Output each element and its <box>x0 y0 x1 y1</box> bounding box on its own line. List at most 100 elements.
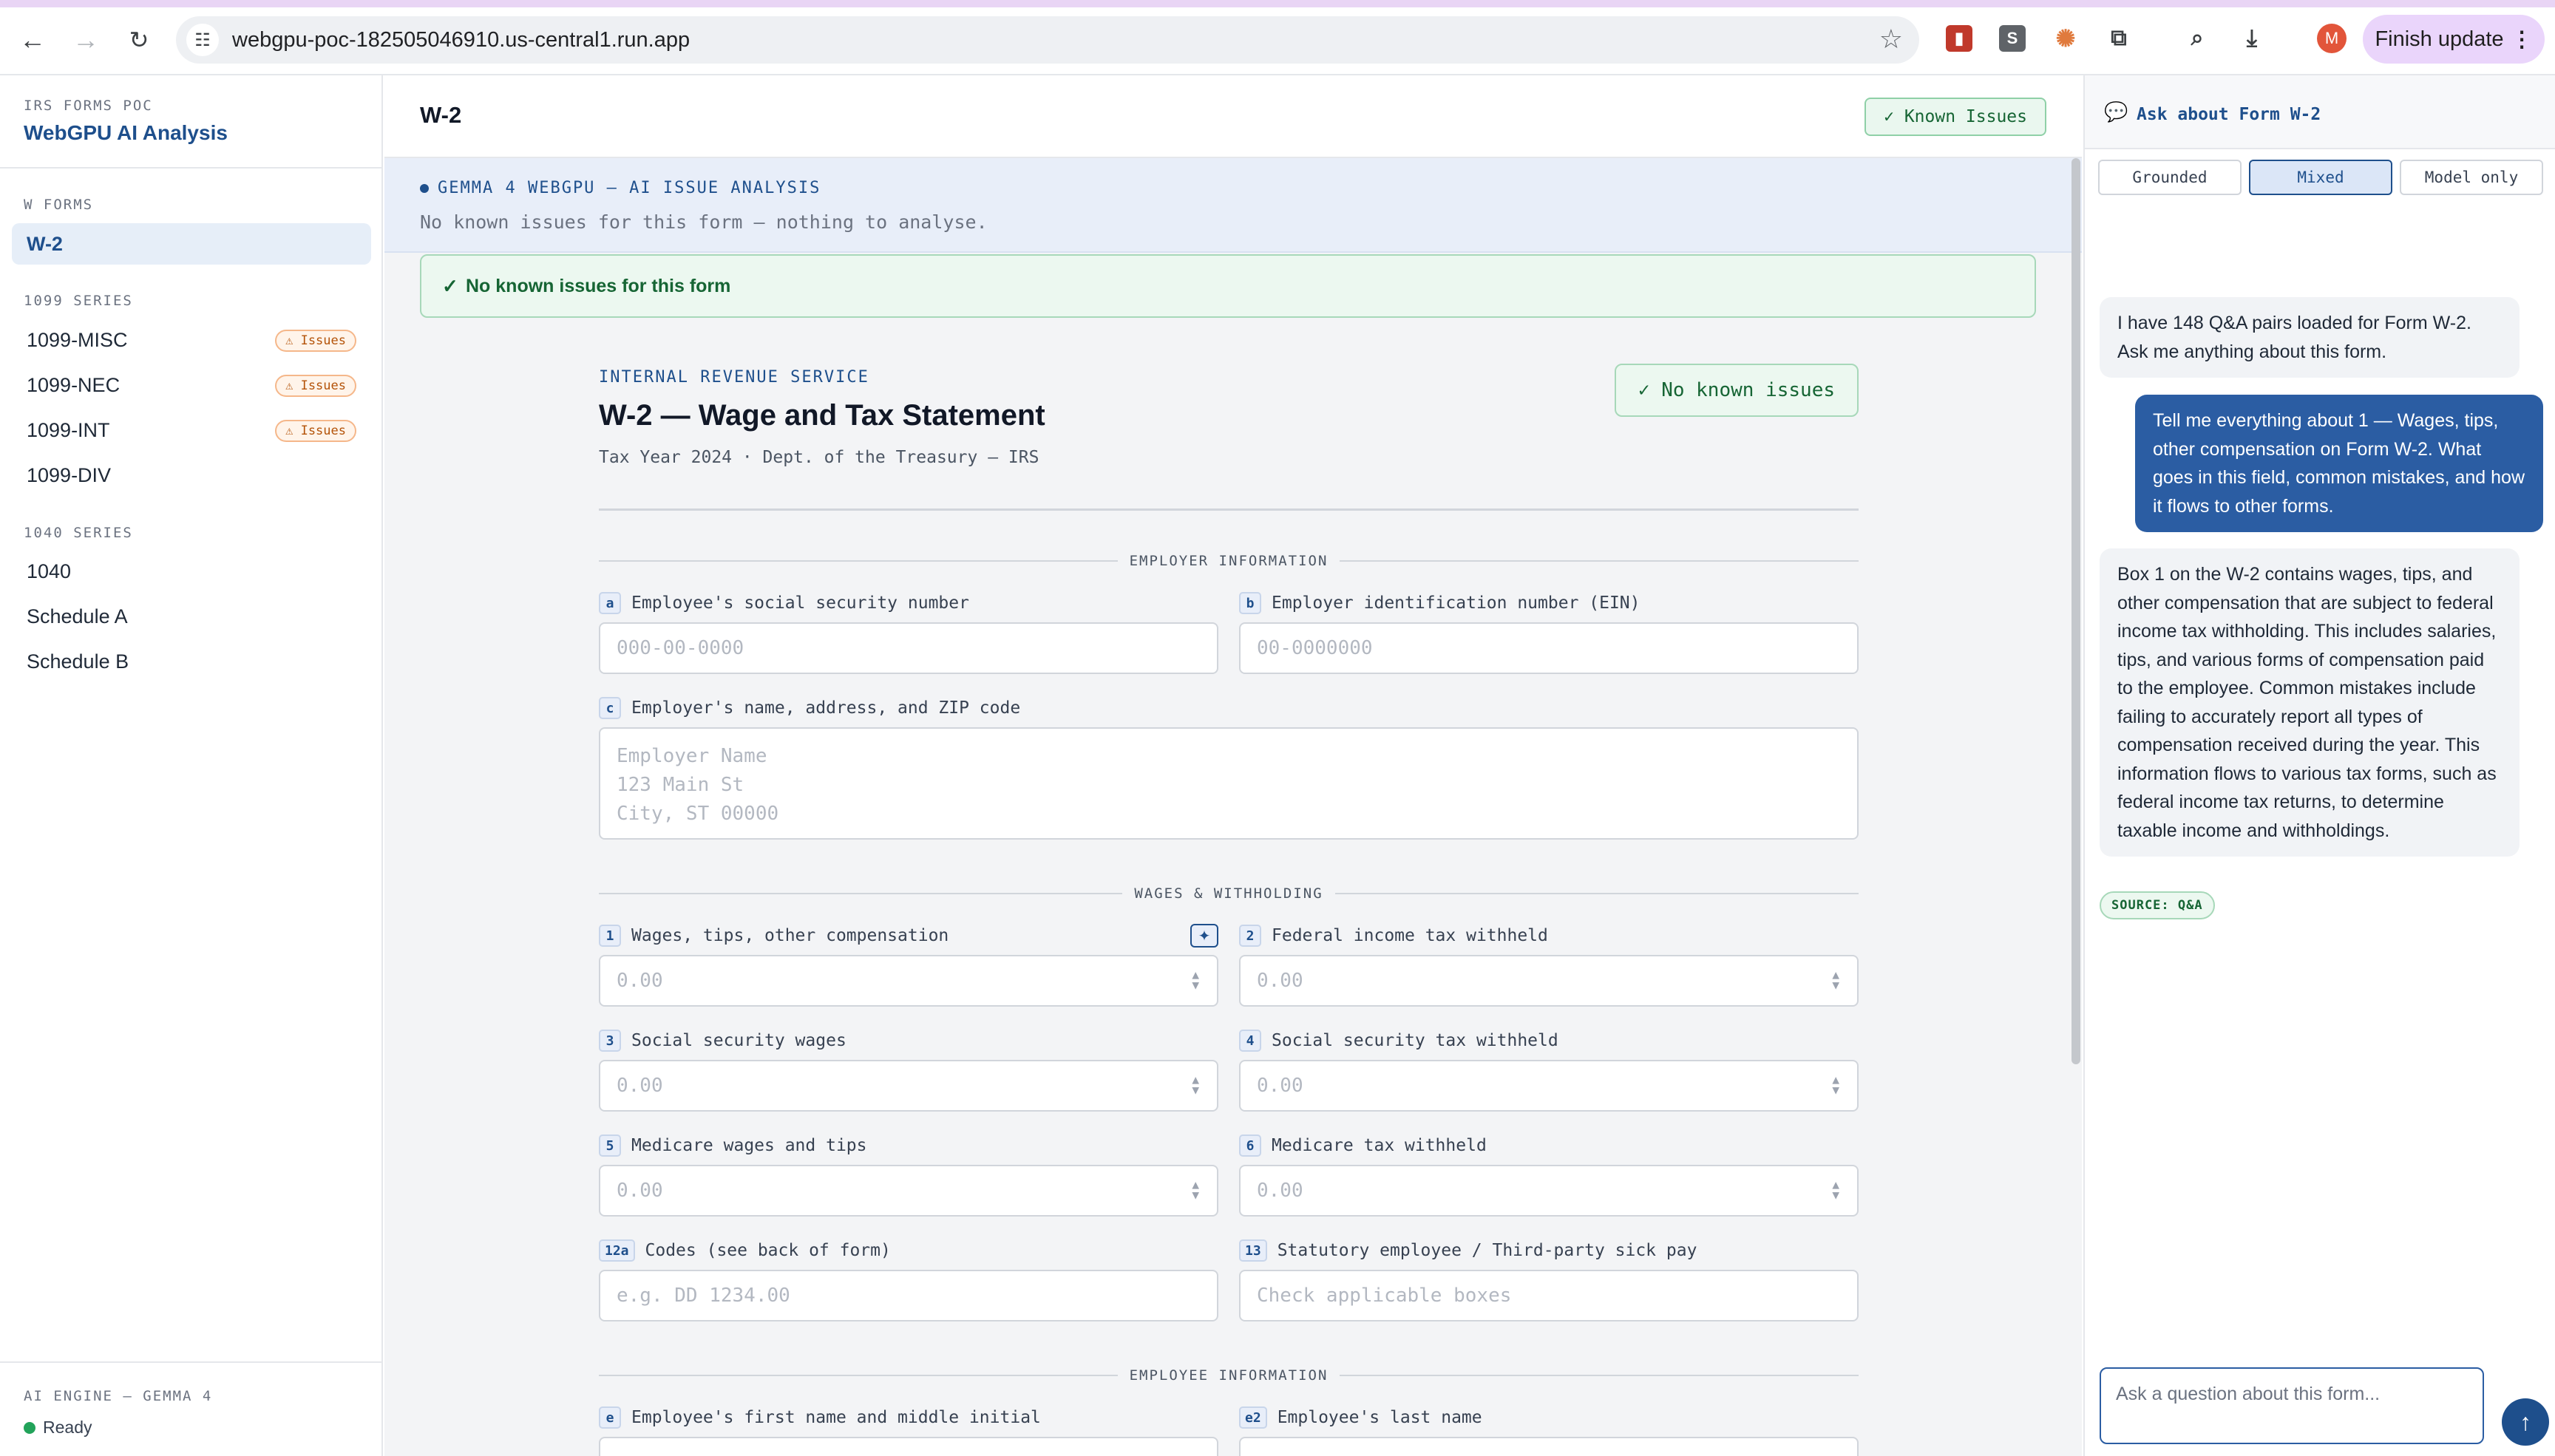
statutory-input[interactable]: Check applicable boxes <box>1239 1270 1859 1321</box>
field-label: 3 Social security wages <box>599 1029 846 1052</box>
mode-mixed[interactable]: Mixed <box>2249 160 2392 195</box>
sidebar-item-schedule-b[interactable]: Schedule B <box>12 641 371 682</box>
ein-input[interactable]: 00-0000000 <box>1239 622 1859 674</box>
box-tag: b <box>1239 592 1261 614</box>
sidebar-item-label: 1099-DIV <box>27 463 112 486</box>
extensions-puzzle-icon[interactable]: ⧉ <box>2106 25 2132 52</box>
ai-banner-label-text: GEMMA 4 WEBGPU — AI ISSUE ANALYSIS <box>438 179 821 197</box>
status-dot-icon <box>24 1421 35 1434</box>
issues-badge: ⚠ Issues <box>275 420 356 442</box>
sidebar: IRS FORMS POC WebGPU AI Analysis W FORMS… <box>0 75 383 1456</box>
forward-icon[interactable]: → <box>67 21 105 59</box>
address-bar[interactable]: ☷ webgpu-poc-182505046910.us-central1.ru… <box>176 16 1919 64</box>
ai-banner-label: GEMMA 4 WEBGPU — AI ISSUE ANALYSIS <box>420 179 821 197</box>
section-1099-series: 1099 SERIES <box>24 293 133 309</box>
ss-tax-input[interactable]: 0.00 ▲ ▼ <box>1239 1060 1859 1112</box>
ai-banner-text: No known issues for this form — nothing … <box>420 211 988 233</box>
bookmark-star-icon[interactable]: ☆ <box>1879 24 1903 55</box>
input-placeholder: 0.00 <box>617 1180 663 1202</box>
medicare-tax-input[interactable]: 0.00 ▲ ▼ <box>1239 1165 1859 1217</box>
sidebar-item-schedule-a[interactable]: Schedule A <box>12 596 371 637</box>
sidebar-item-label: 1040 <box>27 559 72 582</box>
number-spinner-icon[interactable]: ▲ ▼ <box>1192 969 1199 991</box>
sidebar-item-1099-int[interactable]: 1099-INT ⚠ Issues <box>12 409 371 451</box>
chat-title: Ask about Form W-2 <box>2137 105 2321 124</box>
last-name-input[interactable] <box>1239 1437 1859 1456</box>
wages-input[interactable]: 0.00 ▲ ▼ <box>599 955 1218 1007</box>
form-agency: INTERNAL REVENUE SERVICE <box>599 368 869 387</box>
known-issues-button[interactable]: ✓ Known Issues <box>1864 98 2046 136</box>
main-scrollbar-thumb[interactable] <box>2072 158 2080 1064</box>
field-label: e Employee's first name and middle initia… <box>599 1406 1041 1429</box>
chat-header: 💬 Ask about Form W-2 <box>2085 75 2555 149</box>
sidebar-item-w2[interactable]: W-2 <box>12 223 371 265</box>
assistant-message: Box 1 on the W-2 contains wages, tips, a… <box>2100 548 2520 857</box>
number-spinner-icon[interactable]: ▲ ▼ <box>1192 1074 1199 1096</box>
s-extension-label: S <box>2006 29 2018 47</box>
browser-toolbar: ← → ↻ ☷ webgpu-poc-182505046910.us-centr… <box>0 0 2555 75</box>
sidebar-item-label: Schedule B <box>27 650 129 673</box>
bookmark-extension-icon[interactable]: ▮ <box>1946 25 1972 52</box>
placeholder-line: 123 Main St <box>617 774 744 796</box>
form-status-badge: ✓ No known issues <box>1614 364 1859 417</box>
sidebar-item-1099-div[interactable]: 1099-DIV <box>12 455 371 496</box>
box-tag: a <box>599 592 621 614</box>
url-text: webgpu-poc-182505046910.us-central1.run.… <box>232 28 691 52</box>
field-label: 5 Medicare wages and tips <box>599 1134 867 1157</box>
sidebar-item-1099-misc[interactable]: 1099-MISC ⚠ Issues <box>12 319 371 361</box>
search-tabs-icon[interactable]: ⌕ <box>2184 25 2210 52</box>
first-name-input[interactable] <box>599 1437 1218 1456</box>
user-message: Tell me everything about 1 — Wages, tips… <box>2135 395 2543 532</box>
field-label-text: Social security tax withheld <box>1272 1031 1558 1050</box>
profile-avatar[interactable]: M <box>2317 24 2347 53</box>
section-title: EMPLOYEE INFORMATION <box>1129 1367 1329 1384</box>
site-info-icon[interactable]: ☷ <box>186 24 219 56</box>
ssn-input[interactable]: 000-00-0000 <box>599 622 1218 674</box>
sidebar-item-1099-nec[interactable]: 1099-NEC ⚠ Issues <box>12 364 371 406</box>
assistant-message: I have 148 Q&A pairs loaded for Form W-2… <box>2100 297 2520 378</box>
chat-input[interactable]: Ask a question about this form... <box>2100 1367 2484 1444</box>
box-tag: 12a <box>599 1239 635 1262</box>
s-extension-icon[interactable]: S <box>1999 25 2026 52</box>
sidebar-item-1040[interactable]: 1040 <box>12 551 371 592</box>
codes-input[interactable]: e.g. DD 1234.00 <box>599 1270 1218 1321</box>
engine-status-text: Ready <box>43 1418 92 1437</box>
sparkle-extension-icon[interactable]: ✺ <box>2052 25 2079 52</box>
ss-wages-input[interactable]: 0.00 ▲ ▼ <box>599 1060 1218 1112</box>
placeholder-line: Employer Name <box>617 745 767 767</box>
mode-model-only[interactable]: Model only <box>2400 160 2543 195</box>
number-spinner-icon[interactable]: ▲ ▼ <box>1832 1074 1839 1096</box>
box-tag: 1 <box>599 925 621 947</box>
section-wages-withholding: WAGES & WITHHOLDING <box>599 882 1859 905</box>
back-icon[interactable]: ← <box>13 21 52 59</box>
federal-tax-input[interactable]: 0.00 ▲ ▼ <box>1239 955 1859 1007</box>
box-tag: 6 <box>1239 1134 1261 1157</box>
section-line <box>599 893 1123 894</box>
field-label-text: Employer's name, address, and ZIP code <box>631 698 1021 718</box>
sidebar-item-label: 1099-INT <box>27 418 110 441</box>
reload-icon[interactable]: ↻ <box>120 21 158 59</box>
app-title: WebGPU AI Analysis <box>24 121 228 144</box>
field-label: 2 Federal income tax withheld <box>1239 924 1548 948</box>
send-button[interactable]: ↑ <box>2502 1398 2549 1446</box>
employer-address-textarea[interactable]: Employer Name 123 Main St City, ST 00000 <box>599 727 1859 840</box>
number-spinner-icon[interactable]: ▲ ▼ <box>1832 1179 1839 1201</box>
finish-update-button[interactable]: Finish update ⋮ <box>2363 15 2545 64</box>
box-tag: e <box>599 1406 621 1429</box>
field-label-text: Codes (see back of form) <box>645 1241 891 1260</box>
input-placeholder: 0.00 <box>1257 970 1303 992</box>
field-label: 12a Codes (see back of form) <box>599 1239 891 1262</box>
medicare-wages-input[interactable]: 0.00 ▲ ▼ <box>599 1165 1218 1217</box>
download-icon[interactable]: ⤓ <box>2239 24 2265 52</box>
ask-ai-sparkle-icon[interactable]: ✦ <box>1190 924 1218 948</box>
field-label: a Employee's social security number <box>599 591 969 615</box>
check-icon: ✓ <box>442 275 458 297</box>
section-w-forms: W FORMS <box>24 197 94 213</box>
chat-panel: 💬 Ask about Form W-2 Grounded Mixed Mode… <box>2083 75 2555 1456</box>
box-tag: 13 <box>1239 1239 1267 1262</box>
field-label: b Employer identification number (EIN) <box>1239 591 1640 615</box>
form-title: W-2 — Wage and Tax Statement <box>599 399 1045 432</box>
number-spinner-icon[interactable]: ▲ ▼ <box>1192 1179 1199 1201</box>
number-spinner-icon[interactable]: ▲ ▼ <box>1832 969 1839 991</box>
mode-grounded[interactable]: Grounded <box>2098 160 2242 195</box>
